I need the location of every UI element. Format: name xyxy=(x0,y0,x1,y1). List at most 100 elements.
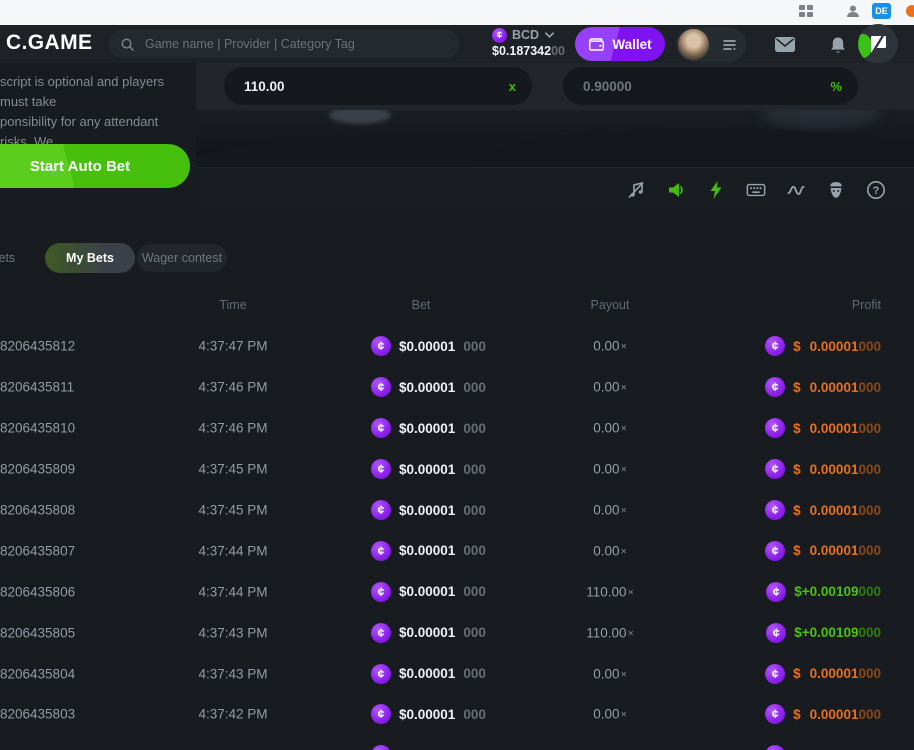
bet-profit: ¢ $0.00001000 xyxy=(765,541,881,561)
bet-time: 4:37:45 PM xyxy=(173,503,293,518)
bet-payout: 110.00× xyxy=(550,625,670,640)
sound-icon[interactable] xyxy=(666,180,686,200)
bcd-coin-icon: ¢ xyxy=(765,745,785,750)
bcd-coin-icon: ¢ xyxy=(765,336,785,356)
percent-suffix: % xyxy=(830,79,842,94)
browser-profile-icon[interactable] xyxy=(845,4,861,18)
table-row[interactable]: 8206435807 4:37:44 PM ¢ $0.00001000 0.00… xyxy=(0,530,914,571)
table-header: Time Bet Payout Profit xyxy=(0,298,914,316)
start-auto-bet-button[interactable]: Start Auto Bet xyxy=(0,144,190,188)
user-menu[interactable] xyxy=(676,27,746,62)
bcd-coin-icon: ¢ xyxy=(765,418,785,438)
bcd-coin-icon: ¢ xyxy=(765,704,785,724)
header-time: Time xyxy=(173,298,293,312)
table-row[interactable]: ¢ $0.00001000 ¢ $0.00001000 xyxy=(0,735,914,750)
bet-time: 4:37:46 PM xyxy=(173,380,293,395)
balance-amount-trailing: 00 xyxy=(551,44,565,58)
table-row[interactable]: 8206435811 4:37:46 PM ¢ $0.00001000 0.00… xyxy=(0,367,914,408)
multiplier-suffix: x xyxy=(509,79,516,94)
payout-multiplier-input[interactable]: 110.00 x xyxy=(224,67,532,105)
bet-profit: ¢ $0.00001000 xyxy=(765,664,881,684)
mail-icon[interactable] xyxy=(774,36,796,53)
bet-amount: ¢ $0.00001000 xyxy=(371,623,486,643)
payout-multiplier-value: 110.00 xyxy=(244,79,285,94)
bet-payout: 0.00× xyxy=(550,666,670,681)
win-chance-input[interactable]: 0.90000 % xyxy=(563,67,858,105)
bet-time: 4:37:43 PM xyxy=(173,625,293,640)
bcd-coin-icon: ¢ xyxy=(492,28,507,43)
table-row[interactable]: 8206435806 4:37:44 PM ¢ $0.00001000 110.… xyxy=(0,571,914,612)
translate-extension-badge[interactable]: DE xyxy=(872,3,891,19)
chat-icon xyxy=(867,33,889,55)
table-row[interactable]: 8206435804 4:37:43 PM ¢ $0.00001000 0.00… xyxy=(0,653,914,694)
bet-amount: ¢ $0.00001000 xyxy=(371,541,486,561)
bet-id: 8206435803 xyxy=(0,707,75,722)
menu-list-icon xyxy=(722,38,738,52)
balance-selector[interactable]: ¢ BCD $0.18734200 xyxy=(492,27,584,59)
bell-icon[interactable] xyxy=(829,36,847,55)
bet-time: 4:37:43 PM xyxy=(173,666,293,681)
bcd-coin-icon: ¢ xyxy=(765,459,785,479)
table-row[interactable]: 8206435809 4:37:45 PM ¢ $0.00001000 0.00… xyxy=(0,449,914,490)
bet-time: 4:37:45 PM xyxy=(173,462,293,477)
bcd-coin-icon: ¢ xyxy=(766,582,786,602)
bet-time: 4:37:46 PM xyxy=(173,421,293,436)
bcd-coin-icon: ¢ xyxy=(371,664,391,684)
table-row[interactable]: 8206435810 4:37:46 PM ¢ $0.00001000 0.00… xyxy=(0,408,914,449)
bcd-coin-icon: ¢ xyxy=(765,541,785,561)
chevron-down-icon xyxy=(544,31,555,39)
bet-payout: 0.00× xyxy=(550,707,670,722)
bet-payout: 0.00× xyxy=(550,543,670,558)
bet-profit: ¢ $0.00001000 xyxy=(765,704,881,724)
bc-game-page: DE C.GAME ¢ BCD $0.18734200 Wallet xyxy=(0,0,914,750)
game-toolbar: ? xyxy=(196,167,914,212)
browser-notification-dot xyxy=(906,5,914,17)
hotkeys-icon[interactable] xyxy=(746,180,766,200)
table-row[interactable]: 8206435808 4:37:45 PM ¢ $0.00001000 0.00… xyxy=(0,490,914,531)
bet-amount: ¢ $0.00001000 xyxy=(371,418,486,438)
bet-amount: ¢ $0.00001000 xyxy=(371,336,486,356)
live-stats-icon[interactable] xyxy=(786,180,806,200)
game-search-bar[interactable] xyxy=(108,30,460,58)
tab-wager-contest[interactable]: Wager contest xyxy=(137,244,227,272)
bet-payout: 0.00× xyxy=(550,462,670,477)
bet-payout: 0.00× xyxy=(550,503,670,518)
help-icon[interactable]: ? xyxy=(866,180,886,200)
wallet-label: Wallet xyxy=(612,37,651,52)
win-chance-value: 0.90000 xyxy=(583,79,632,94)
tab-all-bets[interactable]: All Bets xyxy=(0,243,18,273)
bet-amount: ¢ $0.00001000 xyxy=(371,377,486,397)
bet-amount: ¢ $0.00001000 xyxy=(371,500,486,520)
balance-amount: $0.187342 xyxy=(492,44,551,58)
bet-id: 8206435808 xyxy=(0,503,75,518)
browser-extension-icon[interactable] xyxy=(798,4,814,18)
bet-amount: ¢ $0.00001000 xyxy=(371,582,486,602)
bc-game-logo[interactable]: C.GAME xyxy=(6,31,92,55)
bet-id: 8206435810 xyxy=(0,421,75,436)
live-chat-button[interactable] xyxy=(858,24,898,64)
bcd-coin-icon: ¢ xyxy=(765,500,785,520)
bet-id: 8206435806 xyxy=(0,584,75,599)
bet-time: 4:37:44 PM xyxy=(173,584,293,599)
bet-payout: 0.00× xyxy=(550,421,670,436)
turbo-icon[interactable] xyxy=(706,180,726,200)
table-row[interactable]: 8206435803 4:37:42 PM ¢ $0.00001000 0.00… xyxy=(0,694,914,735)
bcd-coin-icon: ¢ xyxy=(371,500,391,520)
header-profit: Profit xyxy=(852,298,881,312)
wallet-button[interactable]: Wallet xyxy=(575,27,665,61)
table-row[interactable]: 8206435805 4:37:43 PM ¢ $0.00001000 110.… xyxy=(0,612,914,653)
header-payout: Payout xyxy=(550,298,670,312)
svg-text:?: ? xyxy=(873,185,880,197)
bet-time: 4:37:44 PM xyxy=(173,543,293,558)
bcd-coin-icon: ¢ xyxy=(371,418,391,438)
music-muted-icon[interactable] xyxy=(626,180,646,200)
bet-settings-row: 110.00 x 0.90000 % xyxy=(196,63,914,110)
search-input[interactable] xyxy=(143,36,447,52)
seed-icon[interactable] xyxy=(826,180,846,200)
bet-payout: 110.00× xyxy=(550,584,670,599)
table-row[interactable]: 8206435812 4:37:47 PM ¢ $0.00001000 0.00… xyxy=(0,326,914,367)
user-avatar[interactable] xyxy=(678,29,709,60)
bcd-coin-icon: ¢ xyxy=(371,704,391,724)
bcd-coin-icon: ¢ xyxy=(371,336,391,356)
tab-my-bets[interactable]: My Bets xyxy=(45,243,135,273)
